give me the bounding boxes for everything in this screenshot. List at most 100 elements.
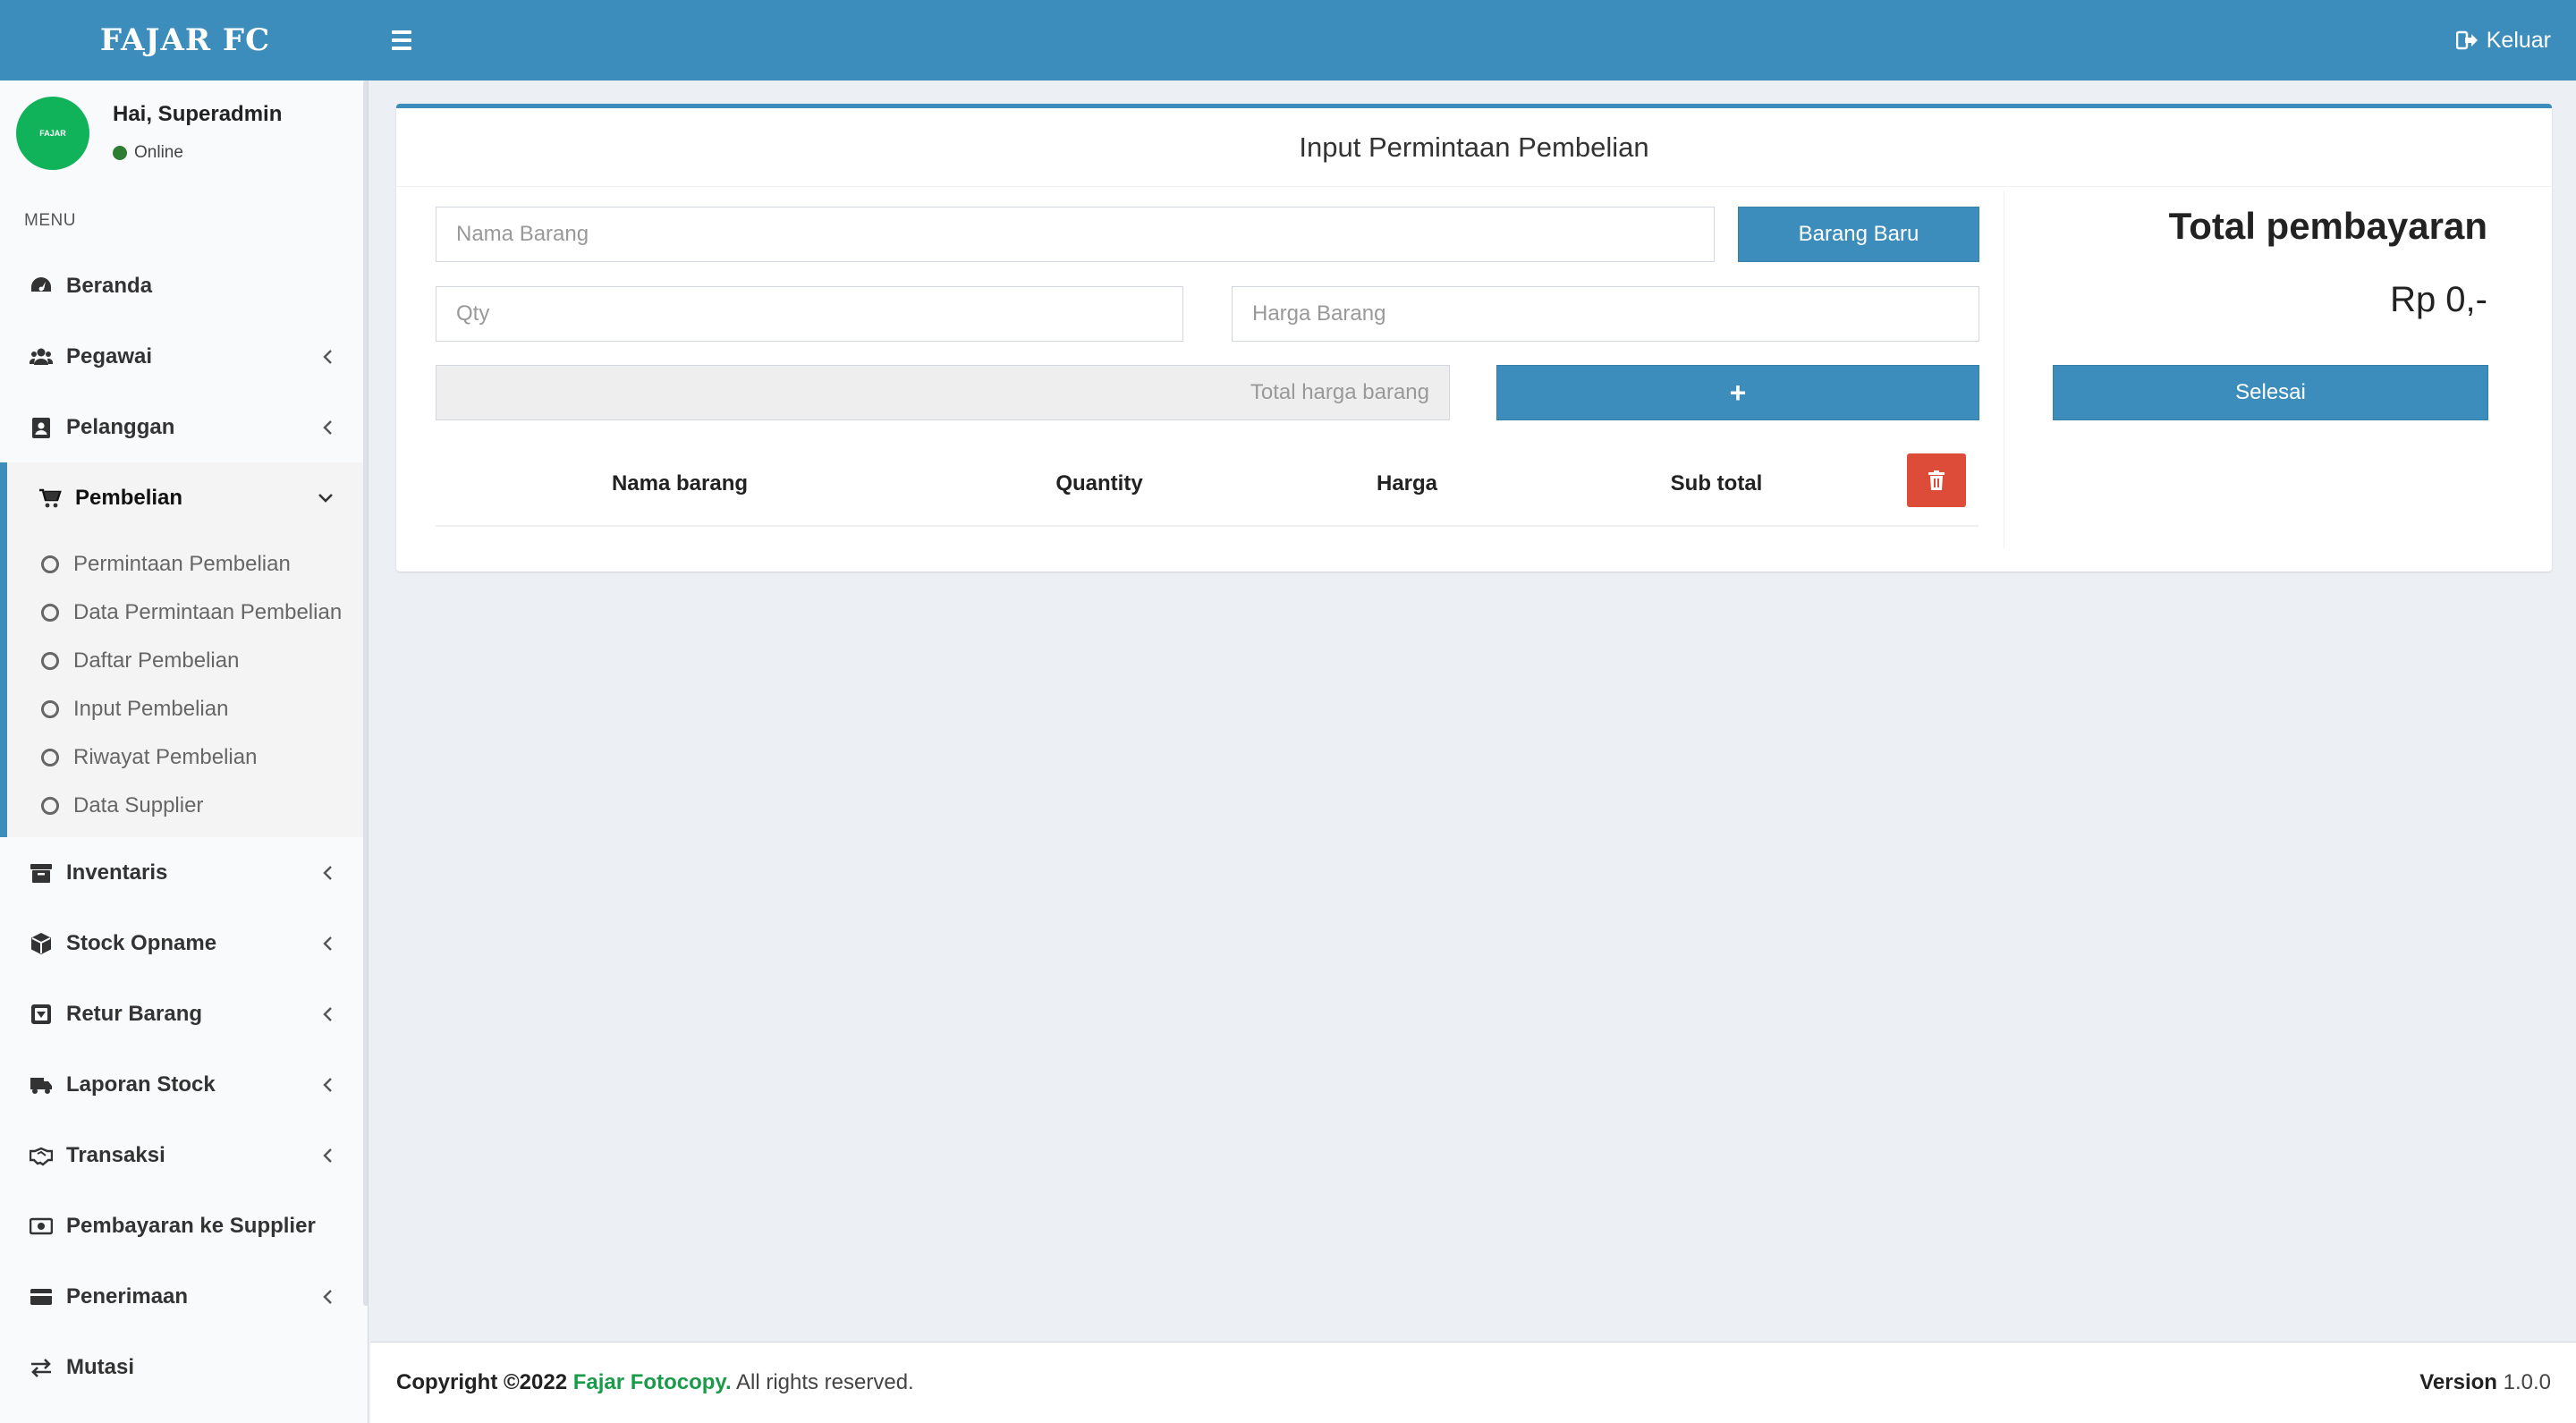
sidebar-item-retur-barang[interactable]: Retur Barang — [0, 978, 363, 1049]
sidebar-item-label: Pembelian — [75, 485, 183, 510]
sidebar-item-penerimaan[interactable]: Penerimaan — [0, 1261, 363, 1332]
sidebar-item-laporan-stock[interactable]: Laporan Stock — [0, 1049, 363, 1120]
add-item-button[interactable]: + — [1496, 365, 1979, 420]
copyright: Copyright ©2022 Fajar Fotocopy. All righ… — [396, 1370, 914, 1395]
total-harga-barang-field — [436, 365, 1450, 420]
credit-card-icon — [29, 1284, 54, 1309]
sidebar-scrollbar[interactable] — [363, 80, 368, 1306]
sidebar: FAJAR Hai, Superadmin Online MENU Berand… — [0, 80, 369, 1423]
user-status-label: Online — [134, 143, 183, 162]
user-status: Online — [113, 143, 183, 163]
online-dot-icon — [113, 146, 127, 160]
menu-header: MENU — [24, 211, 76, 230]
sidebar-item-label: Inventaris — [66, 860, 168, 885]
circle-icon — [41, 604, 59, 622]
sidebar-item-label: Mutasi — [66, 1354, 135, 1379]
version-value: 1.0.0 — [2503, 1370, 2551, 1394]
submenu-label: Data Supplier — [73, 793, 204, 817]
pembelian-submenu: Permintaan Pembelian Data Permintaan Pem… — [0, 533, 363, 837]
submenu-label: Permintaan Pembelian — [73, 552, 291, 576]
chevron-left-icon — [323, 936, 332, 951]
total-pembayaran-value: Rp 0,- — [2390, 280, 2487, 319]
circle-icon — [41, 555, 59, 573]
submenu-riwayat-pembelian[interactable]: Riwayat Pembelian — [7, 733, 363, 782]
sidebar-item-label: Transaksi — [66, 1142, 165, 1167]
contact-icon — [29, 415, 54, 440]
circle-icon — [41, 700, 59, 718]
total-pembayaran-title: Total pembayaran — [2168, 205, 2487, 247]
sidebar-item-transaksi[interactable]: Transaksi — [0, 1120, 363, 1190]
chevron-left-icon — [323, 420, 332, 435]
sidebar-item-label: Pegawai — [66, 343, 153, 368]
cube-icon — [29, 931, 54, 956]
chevron-left-icon — [323, 1290, 332, 1304]
truck-icon — [29, 1072, 54, 1097]
selesai-button[interactable]: Selesai — [2053, 365, 2488, 420]
plus-icon: + — [1729, 376, 1747, 409]
top-header: FAJAR FC Keluar — [0, 0, 2576, 80]
page-title: Input Permintaan Pembelian — [396, 108, 2552, 187]
submenu-permintaan-pembelian[interactable]: Permintaan Pembelian — [7, 540, 363, 589]
qty-input[interactable] — [436, 286, 1183, 342]
chevron-left-icon — [323, 866, 332, 880]
table-divider — [436, 525, 1979, 527]
submenu-label: Input Pembelian — [73, 697, 229, 721]
chevron-left-icon — [323, 1078, 332, 1092]
sidebar-item-pelanggan[interactable]: Pelanggan — [0, 392, 363, 462]
version-label: Version — [2419, 1370, 2497, 1394]
sidebar-item-label: Penerimaan — [66, 1283, 189, 1309]
dashboard-icon — [29, 274, 54, 299]
delete-all-button[interactable] — [1907, 453, 1966, 507]
sidebar-menu: Beranda Pegawai Pelanggan Pembelian Perm… — [0, 250, 363, 1402]
column-header-quantity: Quantity — [1055, 471, 1143, 496]
sidebar-item-label: Stock Opname — [66, 930, 217, 955]
sidebar-item-pembayaran-ke-supplier[interactable]: Pembayaran ke Supplier — [0, 1190, 363, 1261]
sidebar-item-stock-opname[interactable]: Stock Opname — [0, 908, 363, 978]
purchase-request-box: Input Permintaan Pembelian Barang Baru +… — [396, 104, 2552, 572]
cart-icon — [38, 486, 63, 511]
submenu-label: Riwayat Pembelian — [73, 745, 258, 769]
sidebar-item-label: Beranda — [66, 273, 153, 298]
sidebar-item-mutasi[interactable]: Mutasi — [0, 1332, 363, 1402]
sidebar-item-label: Pelanggan — [66, 414, 175, 439]
app-logo[interactable]: FAJAR FC — [0, 0, 370, 80]
sidebar-item-label: Laporan Stock — [66, 1071, 216, 1097]
trash-icon — [1928, 470, 1945, 490]
sidebar-item-beranda[interactable]: Beranda — [0, 250, 363, 321]
user-panel: FAJAR Hai, Superadmin Online — [0, 80, 363, 179]
sign-out-icon — [2455, 30, 2478, 50]
archive-icon — [29, 860, 54, 885]
logout-button[interactable]: Keluar — [2455, 0, 2551, 80]
footer: Copyright ©2022 Fajar Fotocopy. All righ… — [370, 1342, 2576, 1423]
sidebar-toggle-icon[interactable] — [392, 25, 419, 55]
handshake-icon — [29, 1143, 54, 1168]
chevron-down-icon — [318, 494, 333, 503]
column-header-nama-barang: Nama barang — [611, 471, 749, 496]
submenu-daftar-pembelian[interactable]: Daftar Pembelian — [7, 637, 363, 685]
submenu-data-supplier[interactable]: Data Supplier — [7, 782, 363, 830]
barang-baru-button[interactable]: Barang Baru — [1738, 207, 1979, 262]
submenu-data-permintaan-pembelian[interactable]: Data Permintaan Pembelian — [7, 589, 363, 637]
user-greeting: Hai, Superadmin — [113, 102, 283, 126]
sidebar-item-inventaris[interactable]: Inventaris — [0, 837, 363, 908]
sidebar-item-pegawai[interactable]: Pegawai — [0, 321, 363, 392]
submenu-label: Daftar Pembelian — [73, 648, 240, 673]
logout-label: Keluar — [2486, 27, 2551, 53]
column-header-harga: Harga — [1376, 471, 1438, 496]
brand-link[interactable]: Fajar Fotocopy. — [573, 1370, 732, 1394]
nama-barang-input[interactable] — [436, 207, 1715, 262]
copyright-prefix: Copyright ©2022 — [396, 1370, 568, 1394]
sidebar-item-pembelian[interactable]: Pembelian — [0, 462, 363, 533]
version: Version 1.0.0 — [2419, 1370, 2551, 1395]
money-icon — [29, 1214, 54, 1239]
circle-icon — [41, 749, 59, 767]
submenu-input-pembelian[interactable]: Input Pembelian — [7, 685, 363, 733]
exchange-icon — [29, 1355, 54, 1380]
users-icon — [29, 344, 54, 369]
circle-icon — [41, 652, 59, 670]
harga-barang-input[interactable] — [1232, 286, 1979, 342]
sidebar-item-label: Pembayaran ke Supplier — [66, 1213, 316, 1238]
sidebar-item-label: Retur Barang — [66, 1001, 203, 1026]
chevron-left-icon — [323, 350, 332, 364]
rights-text: All rights reserved. — [735, 1370, 914, 1394]
